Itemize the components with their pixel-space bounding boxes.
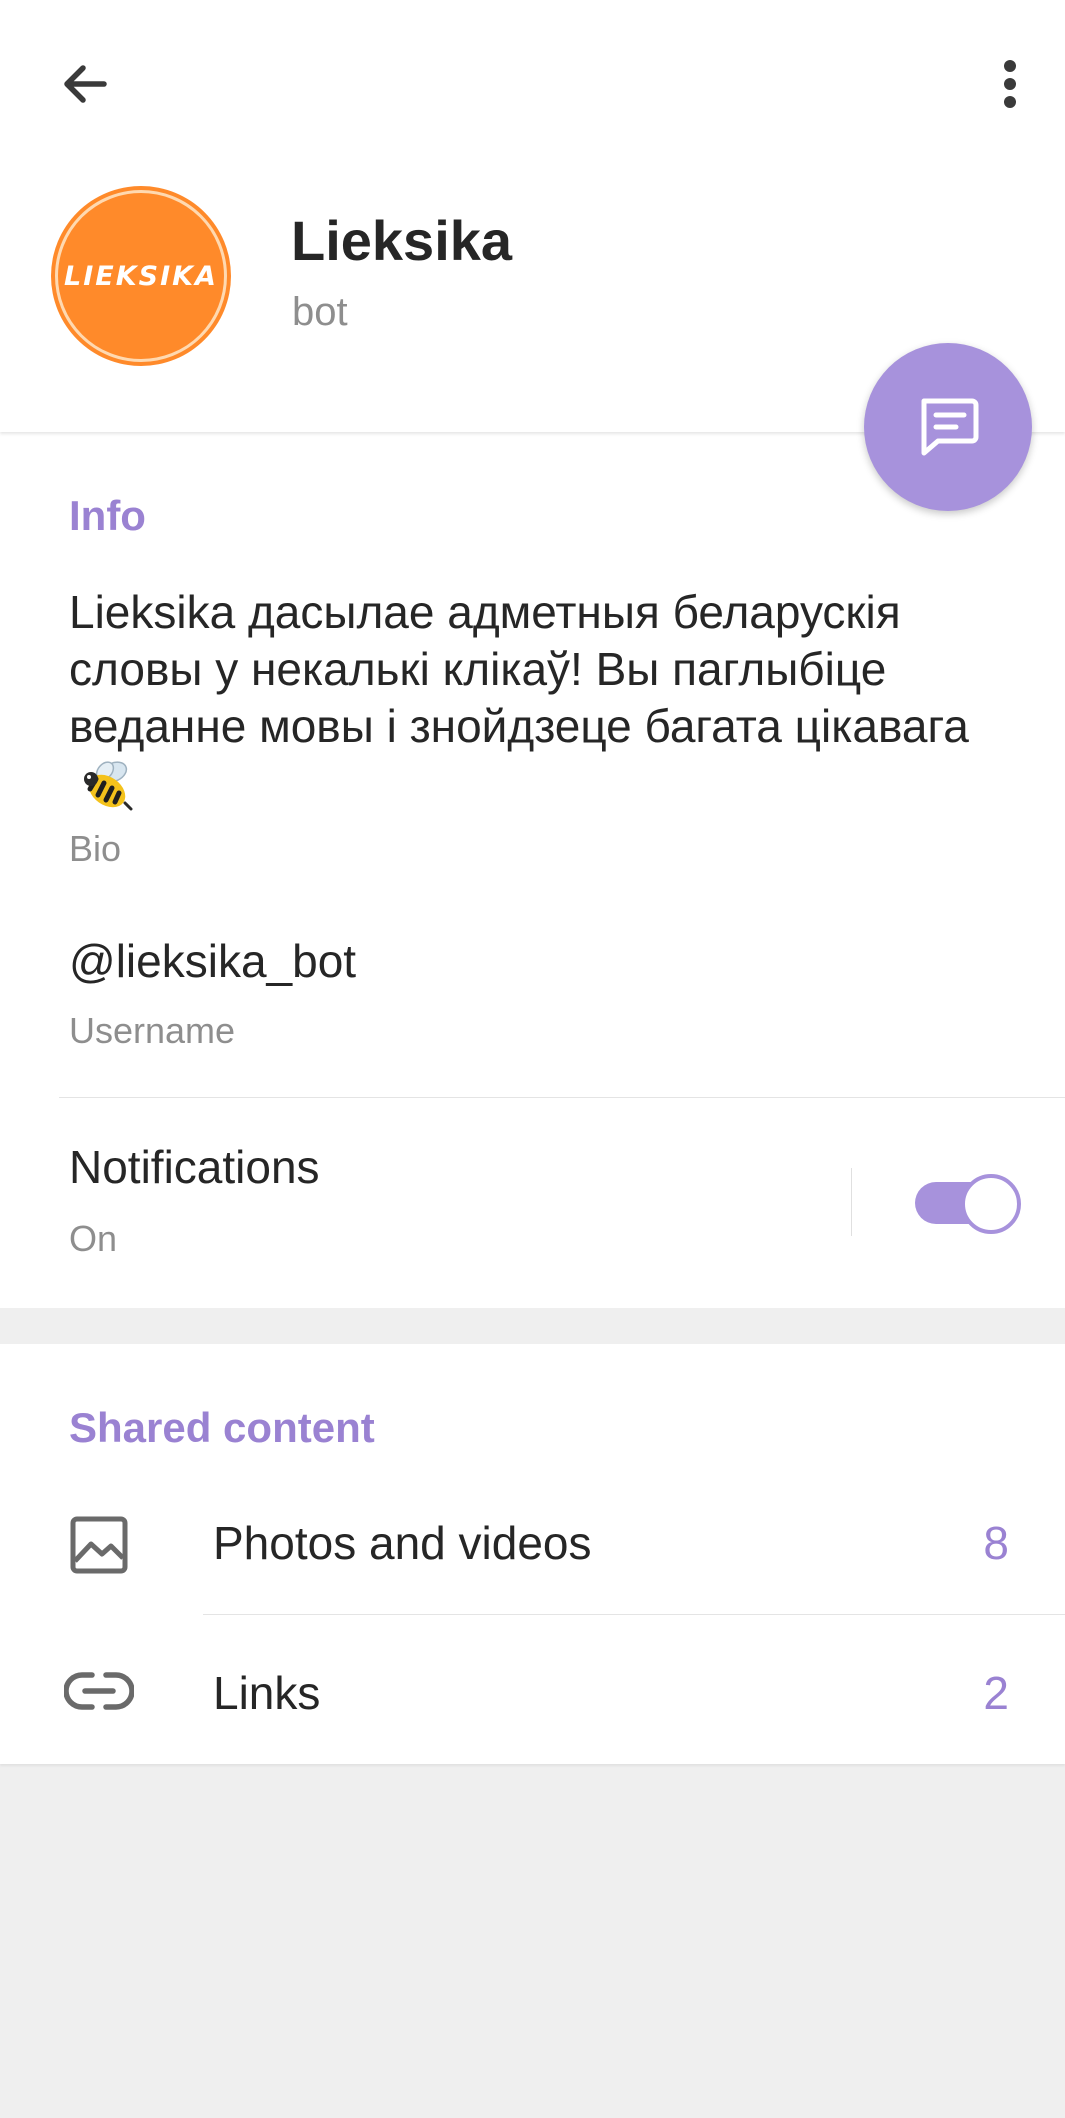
vertical-divider xyxy=(851,1168,852,1236)
list-item-label: Links xyxy=(213,1667,321,1719)
username-label: Username xyxy=(69,1010,236,1051)
profile-screen: LIEKSIKA Lieksika bot Info Lieksika дасы… xyxy=(0,0,1065,2118)
bio-text[interactable]: Lieksika дасылае адметныя беларускія сло… xyxy=(69,584,1029,826)
bee-icon xyxy=(79,755,137,826)
toggle-knob xyxy=(961,1174,1021,1234)
notifications-status: On xyxy=(69,1218,118,1259)
divider xyxy=(59,1097,1065,1098)
shared-content-title: Shared content xyxy=(69,1404,375,1451)
arrow-left-icon xyxy=(64,65,107,103)
username-value[interactable]: @lieksika_bot xyxy=(69,934,356,988)
bio-content: Lieksika дасылае адметныя беларускія сло… xyxy=(69,586,969,752)
image-icon xyxy=(64,1510,134,1580)
back-button[interactable] xyxy=(40,40,128,128)
avatar[interactable]: LIEKSIKA xyxy=(51,186,231,366)
info-section: Info Lieksika дасылае адметныя беларускі… xyxy=(0,432,1065,1308)
shared-content-section: Shared content Photos and videos 8 Links xyxy=(0,1344,1065,1764)
avatar-logo-text: LIEKSIKA xyxy=(64,260,218,292)
more-vertical-icon xyxy=(1004,60,1016,108)
info-section-title: Info xyxy=(69,492,146,539)
link-icon xyxy=(64,1656,134,1726)
list-item-photos-videos[interactable]: Photos and videos 8 xyxy=(0,1470,1065,1620)
profile-name: Lieksika xyxy=(291,209,513,272)
list-divider xyxy=(203,1614,1065,1615)
message-icon xyxy=(921,398,979,456)
list-item-links[interactable]: Links 2 xyxy=(0,1620,1065,1764)
list-item-count: 8 xyxy=(983,1517,1009,1569)
more-options-button[interactable] xyxy=(966,40,1054,128)
bio-field-label: Bio xyxy=(69,828,122,869)
list-item-count: 2 xyxy=(983,1667,1009,1719)
profile-subtitle: bot xyxy=(292,290,348,334)
notifications-label[interactable]: Notifications xyxy=(69,1140,320,1194)
list-item-label: Photos and videos xyxy=(213,1517,592,1569)
send-message-button[interactable] xyxy=(864,343,1032,511)
notifications-toggle[interactable] xyxy=(915,1174,1021,1234)
